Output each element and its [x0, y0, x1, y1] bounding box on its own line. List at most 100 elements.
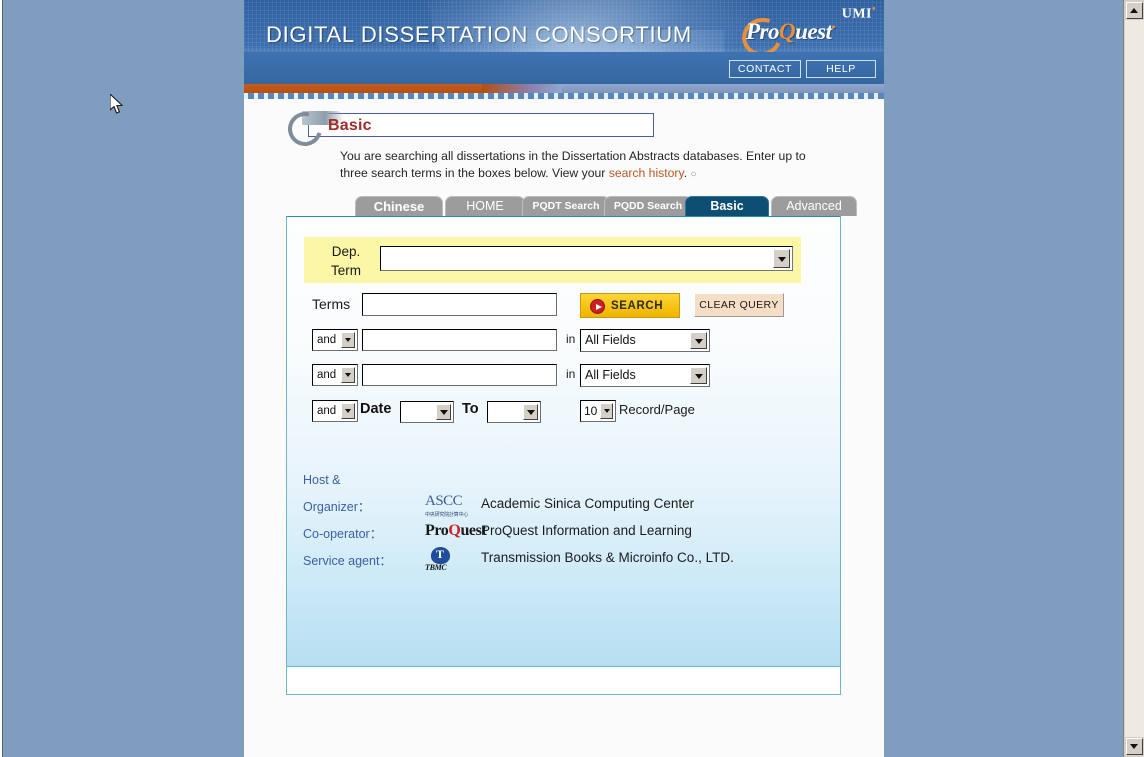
- tbmc-logo-caption: TBMC: [425, 563, 447, 572]
- scroll-up-arrow-icon[interactable]: [1126, 2, 1143, 19]
- intro-bullet-icon: ○: [690, 169, 697, 180]
- records-per-page-value: 10: [584, 404, 598, 418]
- browser-viewport: DIGITAL DISSERTATION CONSORTIUM UMI• Pro…: [0, 0, 1144, 757]
- field-select-2[interactable]: All Fields: [580, 364, 710, 387]
- proquest-credit-wordmark: ProQuest: [425, 522, 487, 539]
- tab-chinese[interactable]: Chinese: [355, 196, 443, 216]
- vertical-scrollbar[interactable]: [1123, 0, 1144, 757]
- tab-pqdd-search[interactable]: PQDD Search: [604, 196, 692, 216]
- search-term-input-1[interactable]: [362, 329, 557, 351]
- credits-section: Host & Organizer： ASCC 中央研究院計算中心 Academi…: [303, 470, 803, 574]
- terms-input[interactable]: [362, 293, 557, 316]
- proquest-uest: uest: [795, 19, 832, 44]
- header-dotted-strip: [244, 93, 884, 99]
- search-history-link[interactable]: search history: [609, 166, 684, 180]
- date-label: Date: [360, 401, 392, 417]
- tbmc-disc-icon: [431, 547, 450, 564]
- field-select-2-value: All Fields: [585, 368, 636, 382]
- terms-label: Terms: [312, 296, 351, 312]
- credit-label-host-line1: Host &: [303, 473, 341, 487]
- play-circle-icon: [590, 299, 605, 314]
- page-title: Basic: [328, 117, 372, 134]
- dep-term-label: Dep. Term: [318, 242, 374, 280]
- dep-term-row: Dep. Term: [304, 237, 801, 283]
- credit-text-service-agent: Transmission Books & Microinfo Co., LTD.: [481, 550, 734, 565]
- chevron-down-icon[interactable]: [341, 332, 355, 348]
- scrollbar-track[interactable]: [1125, 20, 1144, 737]
- chevron-down-icon[interactable]: [341, 403, 355, 419]
- operator-select-2-value: and: [317, 369, 337, 381]
- proquest-trademark-mark: •: [831, 21, 835, 34]
- chevron-down-icon[interactable]: [436, 404, 451, 420]
- main-content: Basic You are searching all dissertation…: [244, 105, 884, 695]
- date-row: and Date To 10 Record/Page: [304, 400, 824, 426]
- credit-row-organizer: Organizer： ASCC 中央研究院計算中心 Academic Sinic…: [303, 493, 803, 520]
- operator-select-date-value: and: [317, 405, 337, 417]
- credit-label-cooperator: Co-operator：: [303, 527, 383, 541]
- search-row-2: and in All Fields: [304, 364, 824, 390]
- proquest-logo: ProQuest•: [736, 11, 876, 63]
- dep-term-select[interactable]: [380, 246, 793, 271]
- credit-text-cooperator: ProQuest Information and Learning: [481, 523, 692, 538]
- field-select-1[interactable]: All Fields: [580, 329, 710, 352]
- in-label-1: in: [566, 332, 576, 346]
- dep-term-label-line1: Dep.: [331, 244, 361, 259]
- help-button[interactable]: HELP: [806, 60, 876, 78]
- credit-label-service-agent: Service agent：: [303, 554, 392, 568]
- credit-text-organizer: Academic Sinica Computing Center: [481, 496, 695, 511]
- date-from-select[interactable]: [400, 401, 454, 423]
- scroll-down-arrow-icon[interactable]: [1126, 738, 1143, 755]
- clear-query-button[interactable]: CLEAR QUERY: [694, 293, 784, 317]
- proquest-pro: Pro: [746, 19, 780, 44]
- records-per-page-select[interactable]: 10: [580, 400, 616, 422]
- chevron-down-icon[interactable]: [341, 367, 355, 383]
- in-label-2: in: [566, 367, 576, 381]
- proquest-credit-logo: ProQuest: [425, 520, 487, 544]
- umi-trademark-mark: •: [871, 4, 876, 15]
- date-to-select[interactable]: [487, 401, 541, 423]
- window-left-edge: [0, 0, 3, 757]
- tab-basic[interactable]: Basic: [685, 196, 769, 216]
- date-to-label: To: [462, 401, 479, 417]
- site-header: DIGITAL DISSERTATION CONSORTIUM UMI• Pro…: [244, 0, 884, 99]
- intro-line-2-prefix: three search terms in the boxes below. V…: [340, 166, 609, 180]
- header-right-stripe: [562, 84, 884, 93]
- intro-text: You are searching all dissertations in t…: [340, 148, 830, 183]
- tbmc-logo: TBMC: [425, 547, 459, 572]
- operator-select-1-value: and: [317, 334, 337, 346]
- section-title-bar: Basic: [281, 105, 654, 153]
- intro-line-2-suffix: .: [683, 166, 688, 180]
- search-form-panel: Dep. Term Terms SEARCH CLEAR QUERY and i…: [286, 216, 841, 667]
- intro-line-1: You are searching all dissertations in t…: [340, 149, 806, 163]
- search-term-input-2[interactable]: [362, 364, 557, 386]
- search-button[interactable]: SEARCH: [580, 293, 680, 318]
- page-body: DIGITAL DISSERTATION CONSORTIUM UMI• Pro…: [244, 0, 884, 757]
- tab-bar: Chinese HOME PQDT Search PQDD Search Bas…: [355, 196, 857, 216]
- chevron-down-icon[interactable]: [690, 332, 707, 349]
- tab-pqdt-search[interactable]: PQDT Search: [522, 196, 610, 216]
- chevron-down-icon[interactable]: [690, 367, 707, 384]
- tab-advanced[interactable]: Advanced: [771, 196, 857, 216]
- operator-select-date[interactable]: and: [312, 400, 358, 422]
- proquest-q: Q: [779, 19, 796, 44]
- tab-home[interactable]: HOME: [445, 196, 525, 216]
- contact-button[interactable]: CONTACT: [729, 60, 801, 78]
- dep-term-label-line2: Term: [331, 263, 361, 278]
- site-title: DIGITAL DISSERTATION CONSORTIUM: [266, 22, 692, 47]
- tbmc-logo-mark: TBMC: [425, 547, 459, 572]
- panel-bottom-bar: [286, 667, 841, 695]
- operator-select-1[interactable]: and: [312, 329, 358, 351]
- header-orange-stripe: [244, 84, 482, 93]
- proquest-umi-logo: UMI• ProQuest•: [736, 2, 882, 63]
- credit-row-cooperator: Co-operator： ProQuest ProQuest Informati…: [303, 520, 803, 547]
- terms-row: Terms SEARCH CLEAR QUERY: [304, 293, 824, 321]
- chevron-down-icon[interactable]: [523, 404, 538, 420]
- operator-select-2[interactable]: and: [312, 364, 358, 386]
- ascc-logo-letters: ASCC: [425, 493, 463, 509]
- credit-label-organizer: Organizer：: [303, 500, 371, 514]
- chevron-down-icon[interactable]: [773, 249, 790, 268]
- search-button-label: SEARCH: [611, 300, 664, 312]
- proquest-credit-q: Q: [448, 522, 461, 539]
- chevron-down-icon[interactable]: [600, 403, 613, 419]
- credit-row-host: Host &: [303, 470, 803, 493]
